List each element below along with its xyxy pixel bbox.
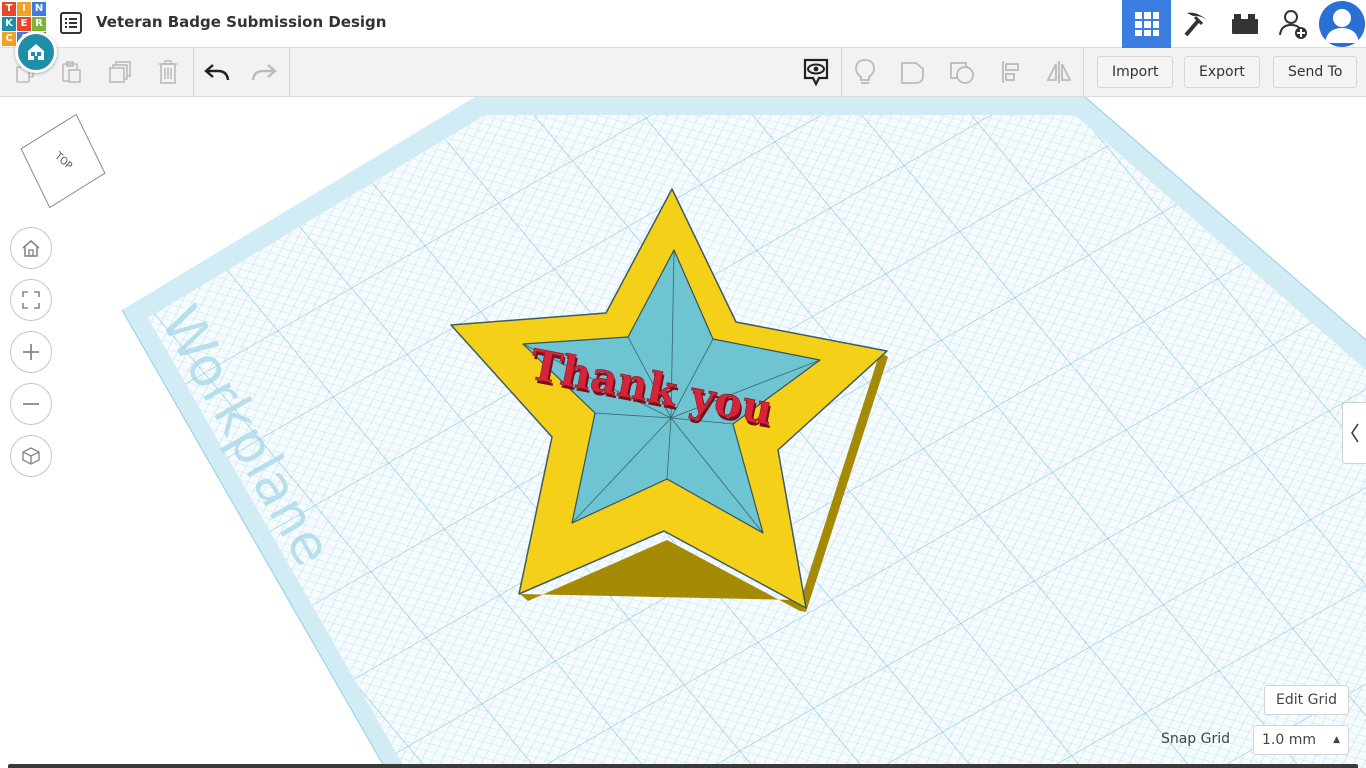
zoom-in-button[interactable]: [10, 331, 52, 373]
top-nav: [1122, 0, 1366, 48]
dashboard-home-icon[interactable]: [15, 31, 57, 73]
notes-visibility-icon[interactable]: [799, 56, 833, 88]
group-shapes-icon[interactable]: [896, 56, 930, 88]
plus-icon: [23, 344, 39, 360]
align-icon[interactable]: [994, 56, 1028, 88]
logo-letter: N: [32, 2, 46, 16]
lego-brick-icon[interactable]: [1220, 0, 1269, 48]
fit-all-icon: [22, 291, 40, 309]
export-button[interactable]: Export: [1184, 56, 1260, 88]
mirror-icon[interactable]: [1042, 56, 1076, 88]
duplicate-icon[interactable]: [103, 56, 137, 88]
logo-letter: I: [17, 2, 31, 16]
top-bar: TINKERCAD Veteran Badge Submission Desig…: [0, 0, 1366, 48]
home-view-button[interactable]: [10, 227, 52, 269]
send-to-button[interactable]: Send To: [1273, 56, 1358, 88]
minus-icon: [23, 403, 39, 405]
view-cube-face-label: TOP: [52, 149, 74, 173]
light-bulb-icon[interactable]: [848, 56, 882, 88]
logo-letter: R: [32, 17, 46, 31]
paste-icon[interactable]: [54, 56, 88, 88]
ungroup-shapes-icon[interactable]: [945, 56, 979, 88]
3d-workspace[interactable]: Workplane Thank you Thank you TOP Edit G…: [0, 97, 1366, 768]
logo-letter: K: [2, 17, 16, 31]
design-list-icon[interactable]: [60, 12, 82, 34]
perspective-toggle-button[interactable]: [10, 435, 52, 477]
bottom-panel-edge: [8, 764, 1358, 768]
edit-toolbar: Import Export Send To: [0, 48, 1366, 97]
snap-grid-select[interactable]: 1.0 mm ▲: [1253, 725, 1349, 755]
import-button[interactable]: Import: [1097, 56, 1174, 88]
chevron-left-icon: [1350, 423, 1359, 443]
redo-icon[interactable]: [247, 56, 281, 88]
edit-grid-button[interactable]: Edit Grid: [1264, 685, 1349, 715]
logo-letter: T: [2, 2, 16, 16]
workplane-scene[interactable]: Workplane Thank you Thank you: [0, 97, 1366, 768]
user-avatar[interactable]: [1319, 1, 1365, 47]
zoom-out-button[interactable]: [10, 383, 52, 425]
snap-grid-label: Snap Grid: [1160, 731, 1230, 747]
logo-letter: C: [2, 32, 16, 46]
design-title[interactable]: Veteran Badge Submission Design: [96, 13, 386, 31]
tinkercad-editor: TINKERCAD Veteran Badge Submission Desig…: [0, 0, 1366, 768]
snap-grid-value: 1.0 mm: [1262, 732, 1316, 748]
caret-up-icon: ▲: [1333, 735, 1340, 745]
trash-icon[interactable]: [151, 56, 185, 88]
pickaxe-icon[interactable]: [1171, 0, 1220, 48]
logo-letter: E: [17, 17, 31, 31]
3d-design-view-icon[interactable]: [1122, 0, 1171, 48]
invite-user-icon[interactable]: [1269, 0, 1318, 48]
undo-icon[interactable]: [200, 56, 234, 88]
fit-view-button[interactable]: [10, 279, 52, 321]
panel-collapse-button[interactable]: [1342, 402, 1366, 464]
home-icon: [22, 239, 40, 257]
cube-icon: [22, 447, 40, 465]
